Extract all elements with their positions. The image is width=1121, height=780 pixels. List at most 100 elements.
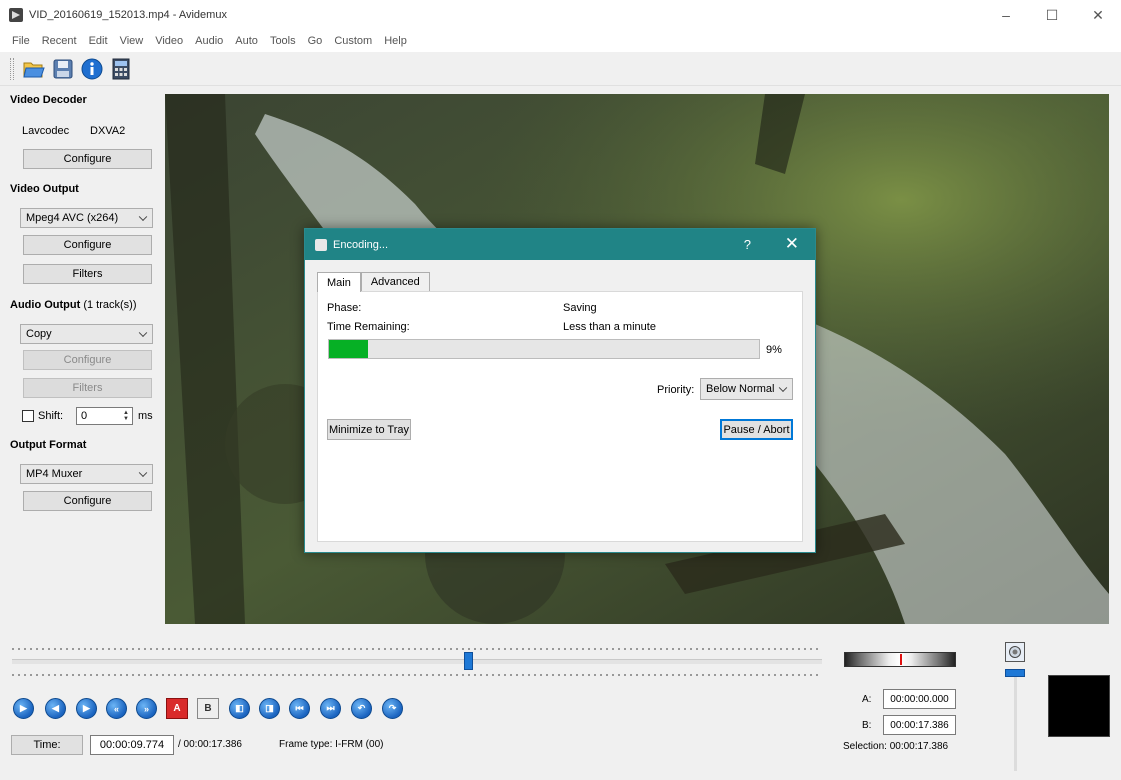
encoding-dialog: Encoding... ? ✕ Main Advanced Phase: Sav… [304, 228, 816, 553]
decoder-codec-value: DXVA2 [90, 125, 126, 137]
save-icon[interactable] [51, 57, 75, 81]
maximize-window-button[interactable]: ☐ [1029, 0, 1075, 30]
dialog-app-icon [315, 238, 327, 251]
chevron-down-icon [138, 212, 148, 222]
calculator-icon[interactable] [109, 57, 133, 81]
audio-configure-button[interactable]: Configure [23, 350, 152, 370]
jog-shuttle[interactable] [844, 652, 956, 667]
menu-help[interactable]: Help [378, 35, 413, 47]
timeline-slider[interactable] [12, 659, 822, 664]
output-format-title: Output Format [10, 439, 87, 451]
audio-track-count: (1 track(s)) [83, 299, 137, 311]
audio-filters-button[interactable]: Filters [23, 378, 152, 398]
previous-black-frame-icon[interactable]: ◧ [229, 698, 250, 719]
menu-video[interactable]: Video [149, 35, 189, 47]
audio-shift-spinbox[interactable]: 0 ▲ ▼ [76, 407, 133, 425]
volume-slider-handle[interactable] [1005, 669, 1025, 677]
go-to-marker-a-icon[interactable]: ↶ [351, 698, 372, 719]
menu-tools[interactable]: Tools [264, 35, 302, 47]
menu-bar: File Recent Edit View Video Audio Auto T… [0, 30, 1121, 52]
toolbar-grip[interactable] [10, 57, 14, 80]
phase-label: Phase: [327, 302, 362, 314]
current-time-field[interactable]: 00:00:09.774 [90, 735, 174, 755]
go-to-first-frame-icon[interactable]: ⏮ [289, 698, 310, 719]
previous-keyframe-icon[interactable]: « [106, 698, 127, 719]
title-bar: VID_20160619_152013.mp4 - Avidemux – ☐ ✕ [0, 0, 1121, 30]
encoding-progress-fill [329, 340, 368, 358]
marker-a-field[interactable]: 00:00:00.000 [883, 689, 956, 709]
avidemux-app-icon [9, 8, 23, 22]
decoder-configure-button[interactable]: Configure [23, 149, 152, 169]
video-output-select[interactable]: Mpeg4 AVC (x264) [20, 208, 153, 228]
next-black-frame-icon[interactable]: ◨ [259, 698, 280, 719]
audio-output-select-value: Copy [26, 328, 52, 340]
menu-file[interactable]: File [6, 35, 36, 47]
previous-frame-icon[interactable]: ◀ [45, 698, 66, 719]
video-filters-button[interactable]: Filters [23, 264, 152, 284]
tab-advanced[interactable]: Advanced [360, 272, 430, 291]
spin-arrows-icon[interactable]: ▲ ▼ [121, 409, 131, 423]
set-marker-b-icon[interactable]: B [197, 698, 219, 719]
audio-shift-checkbox[interactable] [22, 410, 34, 422]
menu-go[interactable]: Go [302, 35, 329, 47]
minimize-to-tray-button[interactable]: Minimize to Tray [327, 419, 411, 440]
go-to-marker-b-icon[interactable]: ↷ [382, 698, 403, 719]
menu-auto[interactable]: Auto [229, 35, 264, 47]
video-output-title: Video Output [10, 183, 79, 195]
audio-output-select[interactable]: Copy [20, 324, 153, 344]
menu-audio[interactable]: Audio [189, 35, 229, 47]
audio-shift-value: 0 [81, 410, 88, 422]
menu-custom[interactable]: Custom [328, 35, 378, 47]
volume-speaker-icon[interactable] [1005, 642, 1025, 662]
chevron-down-icon [138, 468, 148, 478]
tab-main[interactable]: Main [317, 272, 361, 292]
close-window-button[interactable]: ✕ [1075, 0, 1121, 30]
progress-percent: 9% [766, 344, 782, 356]
output-format-configure-button[interactable]: Configure [23, 491, 152, 511]
help-button[interactable]: ? [744, 237, 751, 252]
encoding-dialog-title: Encoding... [333, 238, 389, 251]
time-button[interactable]: Time: [11, 735, 83, 755]
next-frame-icon[interactable]: ▶ [76, 698, 97, 719]
set-marker-a-icon[interactable]: A [166, 698, 188, 719]
output-format-select[interactable]: MP4 Muxer [20, 464, 153, 484]
close-dialog-button[interactable]: ✕ [785, 234, 799, 254]
priority-label: Priority: [657, 384, 695, 396]
menu-recent[interactable]: Recent [36, 35, 83, 47]
audio-meter-preview [1048, 675, 1110, 737]
priority-select-value: Below Normal [706, 383, 775, 395]
audio-shift-unit: ms [138, 410, 153, 422]
chevron-down-icon [778, 383, 788, 393]
output-format-select-value: MP4 Muxer [26, 468, 83, 480]
go-to-last-frame-icon[interactable]: ⏭ [320, 698, 341, 719]
info-icon[interactable] [80, 57, 104, 81]
timeline-slider-handle[interactable] [463, 652, 473, 670]
next-keyframe-icon[interactable]: » [136, 698, 157, 719]
main-toolbar [0, 52, 1121, 86]
time-remaining-label: Time Remaining: [327, 321, 410, 333]
phase-value: Saving [563, 302, 597, 314]
encoding-main-panel: Phase: Saving Time Remaining: Less than … [317, 291, 803, 542]
menu-view[interactable]: View [114, 35, 150, 47]
open-icon[interactable] [22, 57, 46, 81]
encoding-progress-bar [328, 339, 760, 359]
pause-abort-button[interactable]: Pause / Abort [720, 419, 793, 440]
volume-slider[interactable] [1014, 671, 1017, 771]
time-remaining-value: Less than a minute [563, 321, 656, 333]
decoder-codec-label: Lavcodec [22, 125, 70, 137]
audio-shift-label: Shift: [38, 410, 64, 422]
video-output-configure-button[interactable]: Configure [23, 235, 152, 255]
audio-output-title: Audio Output (1 track(s)) [10, 299, 137, 311]
play-icon[interactable]: ▶ [13, 698, 34, 719]
encoding-tabs: Main Advanced [317, 272, 430, 292]
marker-a-label: A: [862, 694, 872, 705]
window-title: VID_20160619_152013.mp4 - Avidemux [29, 9, 227, 21]
jog-shuttle-marker [900, 654, 902, 665]
audio-output-title-text: Audio Output [10, 299, 81, 311]
selection-duration: Selection: 00:00:17.386 [843, 741, 949, 752]
menu-edit[interactable]: Edit [83, 35, 114, 47]
marker-b-field[interactable]: 00:00:17.386 [883, 715, 956, 735]
minimize-window-button[interactable]: – [983, 0, 1029, 30]
priority-select[interactable]: Below Normal [700, 378, 793, 400]
encoding-dialog-title-bar: Encoding... ? ✕ [305, 229, 815, 260]
